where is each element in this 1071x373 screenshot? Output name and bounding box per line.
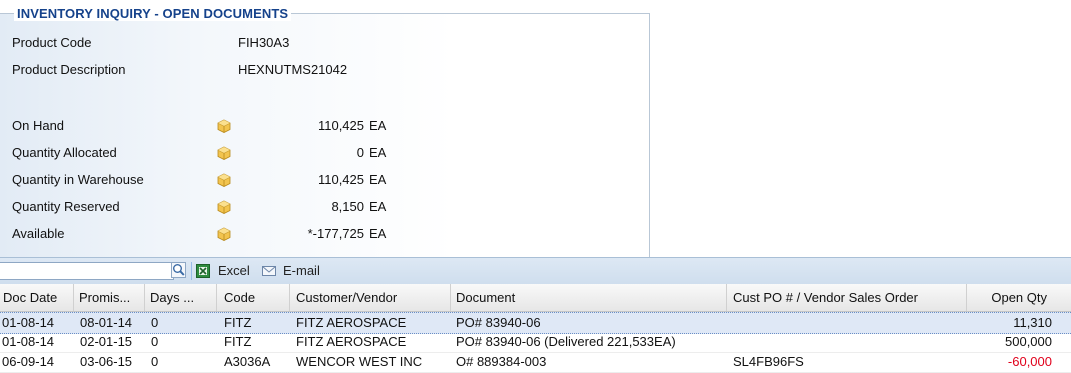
document-cell: PO# 83940-06 (Delivered 221,533EA) [456, 334, 676, 349]
customer-cell: FITZ AEROSPACE [296, 315, 407, 330]
days-cell: 0 [151, 354, 159, 369]
available-unit: EA [369, 226, 387, 241]
quantity-reserved-label: Quantity Reserved [12, 199, 120, 214]
envelope-icon [262, 266, 276, 276]
column-header-promised[interactable]: Promis... [74, 284, 145, 311]
column-header-cust-po[interactable]: Cust PO # / Vendor Sales Order [727, 284, 967, 311]
toolbar-separator [191, 262, 192, 280]
box-icon[interactable] [217, 146, 231, 160]
table-row[interactable]: 01-08-14 08-01-14 0 FITZ FITZ AEROSPACE PO# 8… [0, 312, 1071, 334]
promised-cell: 03-06-15 [80, 354, 133, 369]
code-cell: FITZ [224, 334, 252, 349]
open-qty-cell: 500,000 [1005, 334, 1052, 349]
box-icon[interactable] [217, 173, 231, 187]
customer-cell: FITZ AEROSPACE [296, 334, 407, 349]
column-header-customer-vendor[interactable]: Customer/Vendor [290, 284, 451, 311]
customer-cell: WENCOR WEST INC [296, 354, 423, 369]
panel-title: INVENTORY INQUIRY - OPEN DOCUMENTS [14, 6, 292, 21]
quantity-in-warehouse-label: Quantity in Warehouse [12, 172, 144, 187]
on-hand-value: 110,425 [317, 118, 364, 133]
cust-po-cell [727, 332, 967, 352]
promised-cell: 02-01-15 [80, 334, 133, 349]
excel-icon [196, 264, 210, 278]
column-header-document[interactable]: Document [451, 284, 727, 311]
doc-date-cell: 01-08-14 [2, 315, 55, 330]
email-label: E-mail [283, 263, 320, 278]
doc-date-cell: 01-08-14 [2, 334, 55, 349]
table-row[interactable]: 01-08-14 02-01-15 0 FITZ FITZ AEROSPACE PO# 8… [0, 332, 1071, 353]
days-cell: 0 [151, 334, 159, 349]
days-cell: 0 [151, 315, 159, 330]
quantity-in-warehouse-unit: EA [369, 172, 387, 187]
product-code-value: FIH30A3 [238, 35, 290, 50]
promised-cell: 08-01-14 [80, 315, 133, 330]
product-description-label: Product Description [12, 62, 126, 77]
quantity-reserved-unit: EA [369, 199, 387, 214]
cust-po-cell [727, 313, 967, 333]
excel-button[interactable]: Excel [196, 262, 256, 280]
product-code-label: Product Code [12, 35, 92, 50]
box-icon[interactable] [217, 227, 231, 241]
search-input[interactable] [0, 262, 174, 280]
code-cell: A3036A [224, 354, 271, 369]
column-header-code[interactable]: Code [217, 284, 290, 311]
column-header-days[interactable]: Days ... [145, 284, 217, 311]
available-value: *-177,725 [307, 226, 364, 241]
panel-border [0, 13, 8, 14]
quantity-allocated-value: 0 [356, 145, 364, 160]
open-qty-cell: 11,310 [1013, 315, 1052, 330]
open-qty-cell: -60,000 [1007, 354, 1052, 369]
box-icon[interactable] [217, 119, 231, 133]
column-header-doc-date[interactable]: Doc Date [0, 284, 74, 311]
product-description-value: HEXNUTMS21042 [238, 62, 348, 77]
grid-toolbar: Excel E-mail [0, 257, 1071, 285]
document-cell: PO# 83940-06 [456, 315, 541, 330]
cust-po-cell: SL4FB96FS [733, 354, 804, 369]
doc-date-cell: 06-09-14 [2, 354, 55, 369]
on-hand-unit: EA [369, 118, 387, 133]
code-cell: FITZ [224, 315, 252, 330]
quantity-in-warehouse-value: 110,425 [317, 172, 364, 187]
available-label: Available [12, 226, 65, 241]
document-cell: O# 889384-003 [456, 354, 547, 369]
table-row[interactable]: 06-09-14 03-06-15 0 A3036A WENCOR WEST INC O#… [0, 352, 1071, 373]
search-button[interactable] [171, 262, 186, 278]
search-icon [173, 264, 185, 276]
quantity-allocated-unit: EA [369, 145, 387, 160]
quantity-allocated-label: Quantity Allocated [12, 145, 117, 160]
column-header-open-qty[interactable]: Open Qty [967, 284, 1071, 311]
box-icon[interactable] [217, 200, 231, 214]
grid-header: Doc Date Promis... Days ... Code Custome… [0, 284, 1071, 312]
quantity-reserved-value: 8,150 [331, 199, 364, 214]
email-button[interactable]: E-mail [262, 262, 330, 280]
excel-label: Excel [218, 263, 250, 278]
on-hand-label: On Hand [12, 118, 65, 133]
